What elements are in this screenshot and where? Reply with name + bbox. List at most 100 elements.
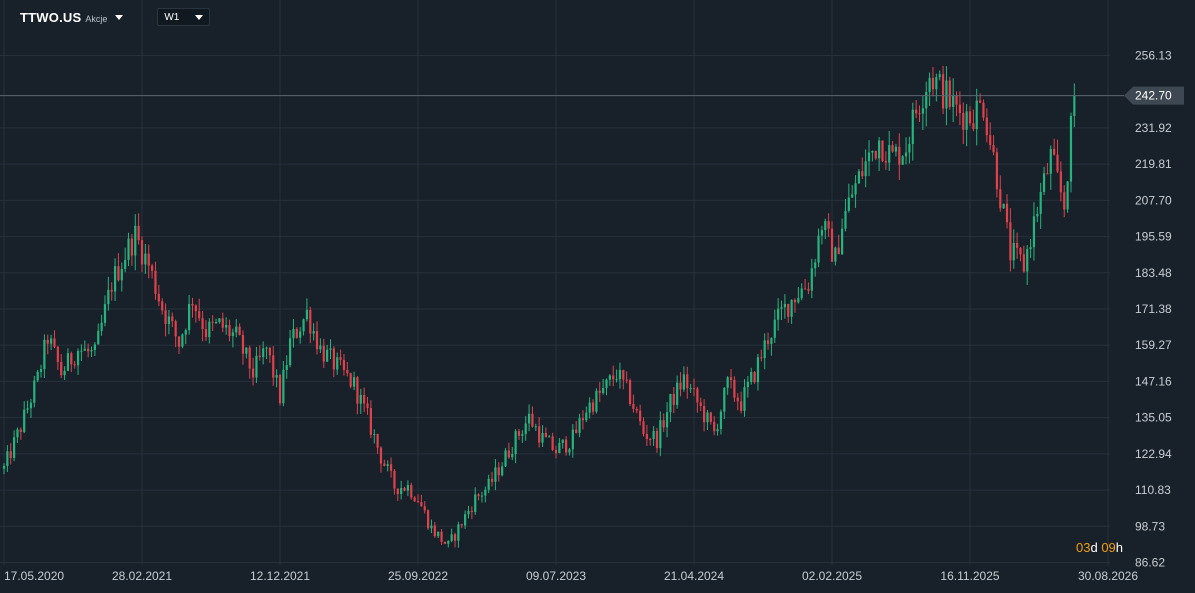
candle-body: [107, 289, 110, 305]
candle-body: [719, 411, 723, 430]
candle-body: [184, 330, 187, 335]
candle-body: [514, 431, 517, 455]
candle-body: [783, 303, 786, 308]
candle-body: [817, 235, 820, 263]
candle-body: [494, 467, 497, 482]
candle-body: [649, 438, 652, 440]
countdown-hours: 09: [1101, 540, 1116, 555]
candle-body: [336, 357, 339, 370]
candle-body: [440, 531, 443, 542]
candle-body: [925, 91, 928, 109]
candle-body: [874, 150, 877, 159]
candle-body: [470, 510, 473, 512]
candle-body: [541, 432, 544, 443]
candle-body: [972, 123, 975, 130]
candle-body: [713, 421, 716, 432]
symbol-dropdown-caret-icon[interactable]: [115, 14, 124, 20]
candle-body: [965, 111, 968, 130]
candle-body: [282, 369, 285, 404]
candle-body: [1032, 216, 1036, 248]
candle-body: [746, 381, 749, 388]
candle-body: [743, 387, 746, 411]
candle-body: [376, 434, 379, 448]
candle-body: [1005, 203, 1009, 223]
candle-body: [177, 336, 181, 347]
candle-body: [127, 238, 130, 260]
candle-body: [410, 485, 413, 498]
candle-body: [692, 388, 696, 390]
candle-body: [201, 318, 204, 330]
symbol-selector[interactable]: TTWO.US Akcje: [20, 10, 124, 25]
candle-body: [245, 347, 248, 354]
candle-body: [672, 393, 675, 405]
candle-body: [194, 305, 197, 312]
candle-body: [295, 329, 298, 338]
candle-body: [167, 316, 171, 324]
countdown-day-unit: d: [1090, 540, 1098, 555]
candle-body: [251, 368, 255, 378]
candle-body: [729, 377, 733, 380]
candle-body: [76, 350, 80, 366]
candle-body: [56, 346, 59, 362]
candle-body: [191, 303, 194, 306]
x-tick-label: 17.05.2020: [4, 569, 64, 583]
candle-body: [955, 95, 958, 105]
candle-body: [810, 268, 813, 291]
candle-body: [63, 370, 66, 376]
candle-body: [598, 390, 601, 394]
candle-body: [383, 463, 386, 466]
interval-label: W1: [164, 11, 180, 23]
candle-body: [935, 77, 938, 90]
current-price-label: 242.70: [1135, 89, 1172, 103]
candle-body: [548, 436, 551, 438]
candle-body: [888, 145, 891, 163]
candle-body: [2, 465, 6, 469]
candle-body: [406, 485, 410, 491]
candle-body: [928, 77, 931, 92]
candle-body: [39, 369, 43, 372]
candle-body: [480, 495, 484, 497]
candle-body: [87, 348, 90, 352]
candle-body: [309, 309, 312, 334]
candle-body: [878, 140, 881, 159]
candle-body: [1022, 254, 1025, 272]
candle-body: [803, 288, 807, 290]
candle-body: [83, 348, 86, 351]
candle-body: [70, 353, 73, 365]
candle-body: [262, 348, 265, 358]
candle-body: [426, 510, 430, 529]
candle-body: [221, 318, 224, 328]
candle-body: [181, 334, 184, 347]
candle-body: [830, 228, 834, 262]
candle-body: [154, 270, 157, 294]
candle-body: [255, 355, 258, 378]
candle-body: [342, 359, 346, 370]
candle-body: [891, 145, 894, 152]
chart-toolbar: TTWO.US Akcje W1: [0, 0, 400, 34]
interval-selector[interactable]: W1: [157, 8, 211, 26]
candle-body: [1009, 222, 1012, 261]
price-chart[interactable]: 256.13 231.92 219.81 207.70 195.59 183.48 171.…: [0, 0, 1195, 593]
candle-body: [464, 514, 467, 526]
candle-body: [46, 339, 49, 344]
candle-body: [349, 373, 352, 387]
candle-body: [474, 494, 477, 512]
candle-body: [33, 380, 36, 403]
candle-body: [968, 111, 972, 124]
chart-canvas[interactable]: 256.13 231.92 219.81 207.70 195.59 183.48 171.…: [0, 0, 1195, 593]
candle-body: [453, 534, 457, 541]
candle-body: [773, 319, 776, 338]
candle-body: [171, 316, 174, 322]
candle-body: [595, 390, 598, 412]
candle-body: [564, 439, 568, 453]
candle-body: [635, 408, 638, 411]
candle-body: [188, 303, 191, 331]
candle-body: [288, 338, 292, 366]
candle-body: [275, 375, 278, 378]
candle-body: [871, 150, 874, 153]
candle-body: [346, 369, 349, 374]
candle-body: [363, 394, 366, 404]
candle-body: [571, 429, 574, 450]
y-tick-label: 122.94: [1135, 447, 1172, 461]
interval-dropdown-caret-icon[interactable]: [195, 14, 204, 20]
